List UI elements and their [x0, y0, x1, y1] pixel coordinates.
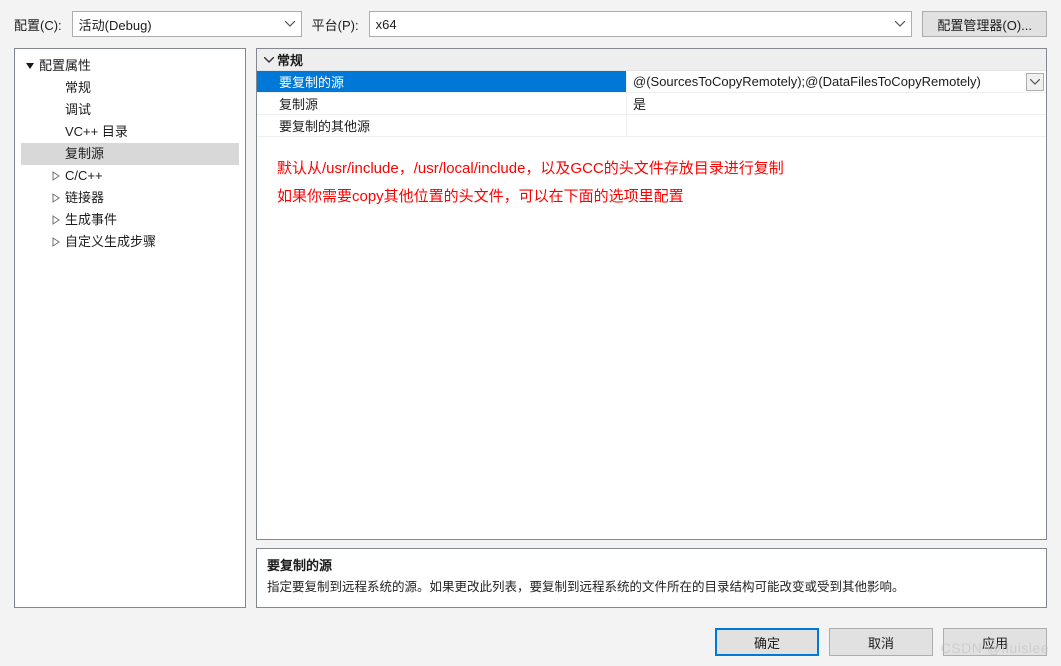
annotation-overlay: 默认从/usr/include，/usr/local/include，以及GCC… — [257, 137, 1046, 211]
platform-combo[interactable]: x64 — [369, 11, 913, 37]
right-column: 常规 要复制的源 @(SourcesToCopyRemotely);@(Data… — [256, 48, 1047, 608]
ok-label: 确定 — [754, 633, 780, 652]
property-grid: 常规 要复制的源 @(SourcesToCopyRemotely);@(Data… — [256, 48, 1047, 540]
description-text: 指定要复制到远程系统的源。如果更改此列表，要复制到远程系统的文件所在的目录结构可… — [267, 576, 1036, 595]
category-tree[interactable]: 配置属性 常规 调试 VC++ 目录 复制源 C/C++ 链接器 — [14, 48, 246, 608]
chevron-down-icon — [1030, 79, 1040, 85]
property-value[interactable]: 是 — [627, 93, 1046, 114]
tree-item-customstep[interactable]: 自定义生成步骤 — [21, 231, 239, 253]
collapse-icon — [261, 57, 277, 63]
toolbar: 配置(C): 活动(Debug) 平台(P): x64 配置管理器(O)... — [0, 0, 1061, 48]
config-label: 配置(C): — [14, 15, 62, 34]
tree-item-vcdirs[interactable]: VC++ 目录 — [21, 121, 239, 143]
property-value-text: 是 — [633, 94, 646, 113]
tree-item-label: 复制源 — [65, 143, 104, 165]
property-name: 要复制的其他源 — [257, 115, 627, 136]
config-manager-label: 配置管理器(O)... — [937, 15, 1032, 34]
tree-item-label: 自定义生成步骤 — [65, 231, 156, 253]
expand-icon — [49, 193, 63, 203]
tree-item-label: VC++ 目录 — [65, 121, 128, 143]
platform-value: x64 — [376, 17, 890, 32]
apply-label: 应用 — [982, 633, 1008, 652]
platform-label: 平台(P): — [312, 15, 359, 34]
description-title: 要复制的源 — [267, 555, 1036, 574]
annotation-line: 如果你需要copy其他位置的头文件，可以在下面的选项里配置 — [277, 183, 1040, 211]
tree-item-ccpp[interactable]: C/C++ — [21, 165, 239, 187]
dropdown-button[interactable] — [1026, 73, 1044, 91]
chevron-down-icon — [895, 21, 905, 27]
collapse-icon — [23, 61, 37, 71]
tree-item-linker[interactable]: 链接器 — [21, 187, 239, 209]
tree-item-label: 调试 — [65, 99, 91, 121]
config-manager-button[interactable]: 配置管理器(O)... — [922, 11, 1047, 37]
expand-icon — [49, 171, 63, 181]
tree-item-label: C/C++ — [65, 165, 103, 187]
property-value[interactable] — [627, 115, 1046, 136]
tree-item-label: 常规 — [65, 77, 91, 99]
expand-icon — [49, 237, 63, 247]
annotation-line: 默认从/usr/include，/usr/local/include，以及GCC… — [277, 155, 1040, 183]
chevron-down-icon — [285, 21, 295, 27]
tree-root-label: 配置属性 — [39, 55, 91, 77]
tree-item-label: 生成事件 — [65, 209, 117, 231]
cancel-button[interactable]: 取消 — [829, 628, 933, 656]
apply-button[interactable]: 应用 — [943, 628, 1047, 656]
tree-root[interactable]: 配置属性 — [21, 55, 239, 77]
category-header[interactable]: 常规 — [257, 49, 1046, 71]
tree-item-general[interactable]: 常规 — [21, 77, 239, 99]
cancel-label: 取消 — [868, 633, 894, 652]
tree-item-copysource[interactable]: 复制源 — [21, 143, 239, 165]
property-row[interactable]: 要复制的其他源 — [257, 115, 1046, 137]
config-value: 活动(Debug) — [79, 15, 279, 34]
dialog-footer: 确定 取消 应用 — [0, 618, 1061, 666]
dialog-body: 配置属性 常规 调试 VC++ 目录 复制源 C/C++ 链接器 — [0, 48, 1061, 618]
description-panel: 要复制的源 指定要复制到远程系统的源。如果更改此列表，要复制到远程系统的文件所在… — [256, 548, 1047, 608]
config-combo[interactable]: 活动(Debug) — [72, 11, 302, 37]
category-label: 常规 — [277, 50, 303, 69]
tree-item-label: 链接器 — [65, 187, 104, 209]
expand-icon — [49, 215, 63, 225]
property-row[interactable]: 要复制的源 @(SourcesToCopyRemotely);@(DataFil… — [257, 71, 1046, 93]
tree-item-debug[interactable]: 调试 — [21, 99, 239, 121]
tree-item-buildevents[interactable]: 生成事件 — [21, 209, 239, 231]
property-name: 复制源 — [257, 93, 627, 114]
property-row[interactable]: 复制源 是 — [257, 93, 1046, 115]
ok-button[interactable]: 确定 — [715, 628, 819, 656]
property-name: 要复制的源 — [257, 71, 627, 92]
property-value[interactable]: @(SourcesToCopyRemotely);@(DataFilesToCo… — [627, 71, 1046, 92]
property-value-text: @(SourcesToCopyRemotely);@(DataFilesToCo… — [633, 74, 981, 89]
property-pages-dialog: 配置(C): 活动(Debug) 平台(P): x64 配置管理器(O)... — [0, 0, 1061, 666]
